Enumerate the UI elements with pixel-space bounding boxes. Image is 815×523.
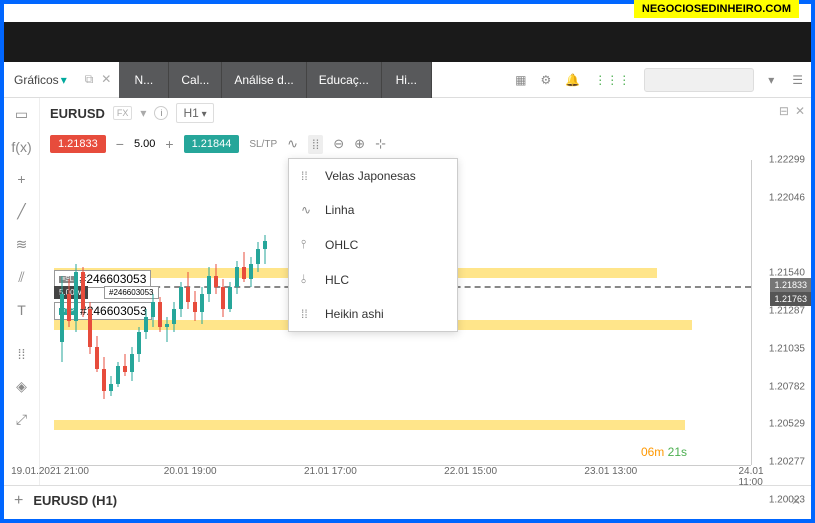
header-actions: ▦ ⚙ 🔔 ⋮⋮⋮ ▾	[505, 68, 784, 92]
hamburger-icon[interactable]: ☰	[784, 73, 811, 87]
add-chart-button[interactable]: +	[14, 492, 23, 510]
line-chart-icon[interactable]: ∿	[287, 136, 298, 152]
timeframe-selector[interactable]: H1 ▾	[176, 103, 213, 123]
chart-tab[interactable]: EURUSD (H1)	[33, 493, 117, 508]
tab-calendar[interactable]: Cal...	[169, 62, 222, 98]
navbar: Gráficos▾ ⧉ ✕ N... Cal... Análise d... E…	[4, 62, 811, 98]
settings-icon[interactable]: ⚙	[540, 73, 551, 87]
bell-icon[interactable]: 🔔	[565, 73, 580, 87]
minimize-icon[interactable]: ⊟	[779, 104, 789, 118]
chart-header: EURUSD FX ▾ i H1 ▾	[40, 98, 811, 128]
fx-badge: FX	[113, 106, 133, 120]
wifi-icon: ⋮⋮⋮	[594, 73, 630, 87]
line-icon: ∿	[301, 203, 315, 217]
lot-decrease[interactable]: −	[116, 136, 124, 152]
crosshair-toggle-icon[interactable]: ⊹	[375, 136, 386, 152]
close-chart-icon[interactable]: ✕	[795, 104, 805, 118]
site-banner: NEGOCIOSEDINHEIRO.COM	[634, 0, 799, 18]
layers-icon[interactable]: ◈	[16, 378, 27, 395]
function-icon[interactable]: f(x)	[11, 139, 31, 155]
chevron-down-icon: ▾	[61, 73, 67, 87]
tab-education[interactable]: Educaç...	[307, 62, 382, 98]
tab-history[interactable]: Hi...	[382, 62, 432, 98]
candle-type-icon[interactable]: ⁞⁞	[18, 346, 26, 362]
fib-icon[interactable]: ⫽	[18, 269, 24, 286]
drawing-toolbar: ▭ f(x) + ╱ ≋ ⫽ T ⁞⁞ ◈ ⤢	[4, 98, 40, 485]
text-icon[interactable]: ≋	[16, 236, 28, 253]
tab-news[interactable]: N...	[119, 62, 169, 98]
info-icon[interactable]: i	[154, 106, 168, 120]
window-titlebar	[4, 22, 811, 62]
hlc-icon: ⫰	[301, 272, 315, 287]
share-icon[interactable]: ⤢	[16, 411, 27, 428]
buy-button[interactable]: 1.21844	[184, 135, 240, 153]
close-icon[interactable]: ✕	[101, 72, 111, 87]
chevron-down-icon[interactable]: ▾	[140, 106, 146, 120]
account-selector[interactable]	[644, 68, 754, 92]
crosshair-icon[interactable]: +	[17, 171, 25, 187]
support-band	[54, 420, 685, 430]
dd-hlc[interactable]: ⫰HLC	[289, 262, 457, 297]
dd-velas-japonesas[interactable]: ⁞⁞Velas Japonesas	[289, 159, 457, 193]
layout-icon[interactable]: ▦	[515, 73, 526, 87]
chart-type-dropdown: ⁞⁞Velas Japonesas ∿Linha ⫯OHLC ⫰HLC ⁞⁞He…	[288, 158, 458, 332]
trendline-icon[interactable]: ╱	[17, 203, 25, 220]
dd-linha[interactable]: ∿Linha	[289, 193, 457, 227]
bottom-tabs: + EURUSD (H1) ✕	[4, 485, 811, 515]
graficos-dropdown[interactable]: Gráficos▾	[4, 62, 77, 98]
price-marker-prev: 1.21763	[770, 292, 811, 306]
candle-countdown: 06m 21s	[641, 445, 687, 459]
sltp-button[interactable]: SL/TP	[249, 139, 277, 150]
position-id-label[interactable]: #246603053	[104, 286, 159, 299]
lot-increase[interactable]: +	[165, 136, 173, 152]
watchlist-icon[interactable]: ▭	[15, 106, 28, 123]
ohlc-icon: ⫯	[301, 237, 315, 252]
chevron-down-icon[interactable]: ▾	[768, 73, 774, 87]
tab-analysis[interactable]: Análise d...	[222, 62, 306, 98]
x-axis: 19.01.2021 21:0020.01 19:0021.01 17:0022…	[50, 465, 751, 485]
popout-icon[interactable]: ⧉	[85, 72, 94, 87]
order-toolbar: 1.21833 − 5.00 + 1.21844 SL/TP ∿ ⁞⁞ ⊖ ⊕ …	[40, 128, 811, 160]
graficos-label: Gráficos	[14, 73, 59, 87]
sell-button[interactable]: 1.21833	[50, 135, 106, 153]
dd-ohlc[interactable]: ⫯OHLC	[289, 227, 457, 262]
text-tool-icon[interactable]: T	[17, 302, 26, 318]
lot-value[interactable]: 5.00	[128, 136, 161, 152]
symbol-name[interactable]: EURUSD	[50, 106, 105, 121]
nav-tabs: N... Cal... Análise d... Educaç... Hi...	[119, 62, 431, 98]
chart-type-icon[interactable]: ⁞⁞	[308, 135, 323, 154]
dd-heikin-ashi[interactable]: ⁞⁞Heikin ashi	[289, 297, 457, 331]
heikin-icon: ⁞⁞	[301, 307, 315, 321]
zoom-in-icon[interactable]: ⊕	[354, 136, 365, 152]
window-controls: ⧉ ✕	[77, 72, 120, 87]
y-axis: 1.21833 1.21763 1.222991.220461.215401.2…	[751, 160, 811, 465]
candlestick-icon: ⁞⁞	[301, 169, 315, 183]
price-marker-current: 1.21833	[770, 278, 811, 292]
zoom-out-icon[interactable]: ⊖	[333, 136, 344, 152]
